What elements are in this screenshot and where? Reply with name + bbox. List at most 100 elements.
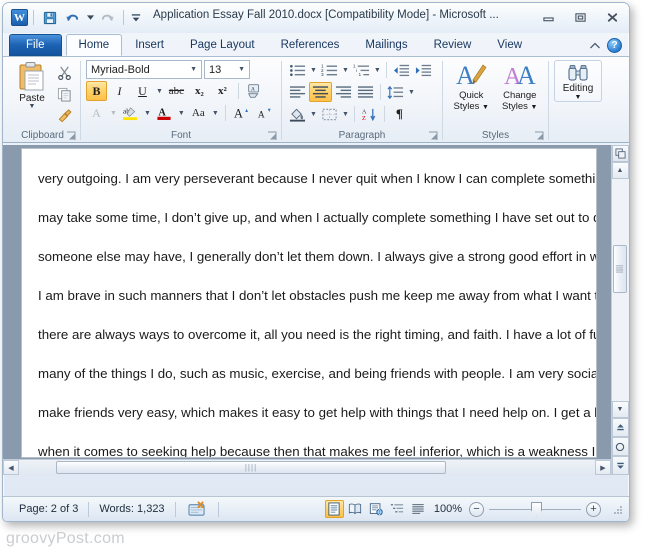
document-page[interactable]: very outgoing. I am very perseverant bec… <box>21 148 597 458</box>
word-count[interactable]: Words: 1,323 <box>89 503 174 515</box>
shading-button[interactable] <box>287 104 308 124</box>
scroll-right-button[interactable]: ▶ <box>595 460 611 475</box>
zoom-in-button[interactable]: + <box>586 501 601 517</box>
change-styles-button[interactable]: A A Change Styles ▼ <box>497 60 544 113</box>
scroll-left-button[interactable]: ◀ <box>3 460 19 475</box>
font-size-input[interactable]: 13 ▼ <box>204 60 250 79</box>
align-left-button[interactable] <box>287 82 308 102</box>
multilevel-dropdown[interactable]: ▼ <box>373 67 382 74</box>
tab-file[interactable]: File <box>9 34 62 56</box>
view-web-layout[interactable] <box>367 500 386 518</box>
tab-mailings[interactable]: Mailings <box>352 34 420 56</box>
horizontal-scroll-thumb[interactable]: |||| <box>56 461 446 474</box>
vertical-scroll-track[interactable] <box>611 179 629 401</box>
highlight-dropdown[interactable]: ▼ <box>143 110 152 117</box>
change-case-dropdown[interactable]: ▼ <box>211 110 220 117</box>
font-color-dropdown[interactable]: ▼ <box>177 110 186 117</box>
tab-insert[interactable]: Insert <box>122 34 177 56</box>
clear-formatting-button[interactable]: A <box>244 81 266 101</box>
horizontal-scrollbar[interactable]: ◀ |||| ▶ <box>3 459 611 475</box>
vertical-scrollbar[interactable]: ▲ ▼ <box>611 145 629 475</box>
text-highlight-color-button[interactable]: ab <box>120 103 141 123</box>
chevron-down-icon[interactable]: ▼ <box>234 66 249 73</box>
minimize-button[interactable] <box>537 8 559 26</box>
cut-button[interactable] <box>54 63 74 82</box>
styles-dialog-launcher-icon[interactable] <box>534 131 544 141</box>
superscript-button[interactable]: x² <box>212 81 233 101</box>
subscript-button[interactable]: x₂ <box>189 81 210 101</box>
shading-dropdown[interactable]: ▼ <box>309 111 318 118</box>
view-outline[interactable] <box>388 500 407 518</box>
scroll-down-button[interactable]: ▼ <box>611 401 629 418</box>
grow-font-button[interactable]: A <box>231 103 252 123</box>
show-formatting-marks-button[interactable]: ¶ <box>389 104 410 124</box>
align-right-button[interactable] <box>333 82 354 102</box>
restore-button[interactable] <box>569 8 591 26</box>
decrease-indent-button[interactable] <box>391 60 412 80</box>
change-case-button[interactable]: Aa <box>188 103 209 123</box>
tab-view[interactable]: View <box>484 34 535 56</box>
line-spacing-button[interactable] <box>385 82 406 102</box>
next-page-button[interactable] <box>611 456 629 475</box>
view-draft[interactable] <box>409 500 428 518</box>
font-dialog-launcher-icon[interactable] <box>267 131 277 141</box>
italic-button[interactable]: I <box>109 81 130 101</box>
format-painter-button[interactable] <box>54 107 74 126</box>
font-name-input[interactable]: Myriad-Bold ▼ <box>86 60 202 79</box>
minimize-ribbon-icon[interactable] <box>589 41 601 51</box>
numbering-button[interactable]: 1 2 3 <box>319 60 340 80</box>
view-full-screen-reading[interactable] <box>346 500 365 518</box>
increase-indent-button[interactable] <box>413 60 434 80</box>
bullets-button[interactable] <box>287 60 308 80</box>
underline-dropdown[interactable]: ▼ <box>155 88 164 95</box>
borders-dropdown[interactable]: ▼ <box>341 111 350 118</box>
zoom-level-label[interactable]: 100% <box>434 503 464 515</box>
tab-review[interactable]: Review <box>421 34 485 56</box>
zoom-slider[interactable] <box>489 501 581 517</box>
scroll-up-button[interactable]: ▲ <box>611 162 629 179</box>
editing-dropdown-arrow[interactable]: ▼ <box>575 94 582 101</box>
justify-button[interactable] <box>355 82 376 102</box>
help-button[interactable]: ? <box>607 38 622 53</box>
tab-home[interactable]: Home <box>65 34 123 56</box>
horizontal-scroll-track[interactable]: |||| <box>19 460 595 475</box>
split-window-button[interactable] <box>611 145 629 162</box>
numbering-dropdown[interactable]: ▼ <box>341 67 350 74</box>
text-effects-button[interactable]: A <box>86 103 107 123</box>
resize-grip-icon[interactable] <box>611 503 623 515</box>
paragraph-dialog-launcher-icon[interactable] <box>428 131 438 141</box>
clipboard-dialog-launcher-icon[interactable] <box>66 131 76 141</box>
paste-button[interactable]: Paste ▼ <box>10 60 54 110</box>
svg-text:A: A <box>251 86 255 92</box>
multilevel-list-button[interactable]: 1 i 1 <box>351 60 372 80</box>
zoom-out-button[interactable]: − <box>469 501 484 517</box>
chevron-down-icon[interactable]: ▼ <box>186 66 201 73</box>
close-button[interactable] <box>601 8 623 26</box>
font-color-button[interactable]: A <box>154 103 175 123</box>
bold-button[interactable]: B <box>86 81 107 101</box>
text-effects-dropdown[interactable]: ▼ <box>109 110 118 117</box>
align-center-button[interactable] <box>309 82 332 102</box>
view-print-layout[interactable] <box>324 500 344 518</box>
paste-dropdown-arrow[interactable]: ▼ <box>29 103 36 110</box>
strikethrough-button[interactable]: abc <box>166 81 187 101</box>
shrink-font-button[interactable]: A <box>254 103 275 123</box>
select-browse-object-button[interactable] <box>611 437 629 456</box>
editing-button[interactable]: Editing ▼ <box>554 60 602 102</box>
borders-button[interactable] <box>319 104 340 124</box>
document-text[interactable]: very outgoing. I am very perseverant bec… <box>38 159 597 457</box>
copy-button[interactable] <box>54 85 74 104</box>
vertical-scroll-thumb[interactable] <box>612 245 627 293</box>
tab-references[interactable]: References <box>268 34 353 56</box>
line-spacing-dropdown[interactable]: ▼ <box>407 89 416 96</box>
quick-styles-button[interactable]: A Quick Styles ▼ <box>448 60 495 113</box>
bullets-dropdown[interactable]: ▼ <box>309 67 318 74</box>
previous-page-button[interactable] <box>611 418 629 437</box>
underline-button[interactable]: U <box>132 81 153 101</box>
document-line: make friends very easy, which makes it e… <box>38 405 597 420</box>
zoom-slider-thumb[interactable] <box>531 501 542 517</box>
tab-page-layout[interactable]: Page Layout <box>177 34 268 56</box>
proofing-status-button[interactable] <box>176 501 218 517</box>
sort-button[interactable]: A Z <box>359 104 380 124</box>
page-indicator[interactable]: Page: 2 of 3 <box>9 503 88 515</box>
